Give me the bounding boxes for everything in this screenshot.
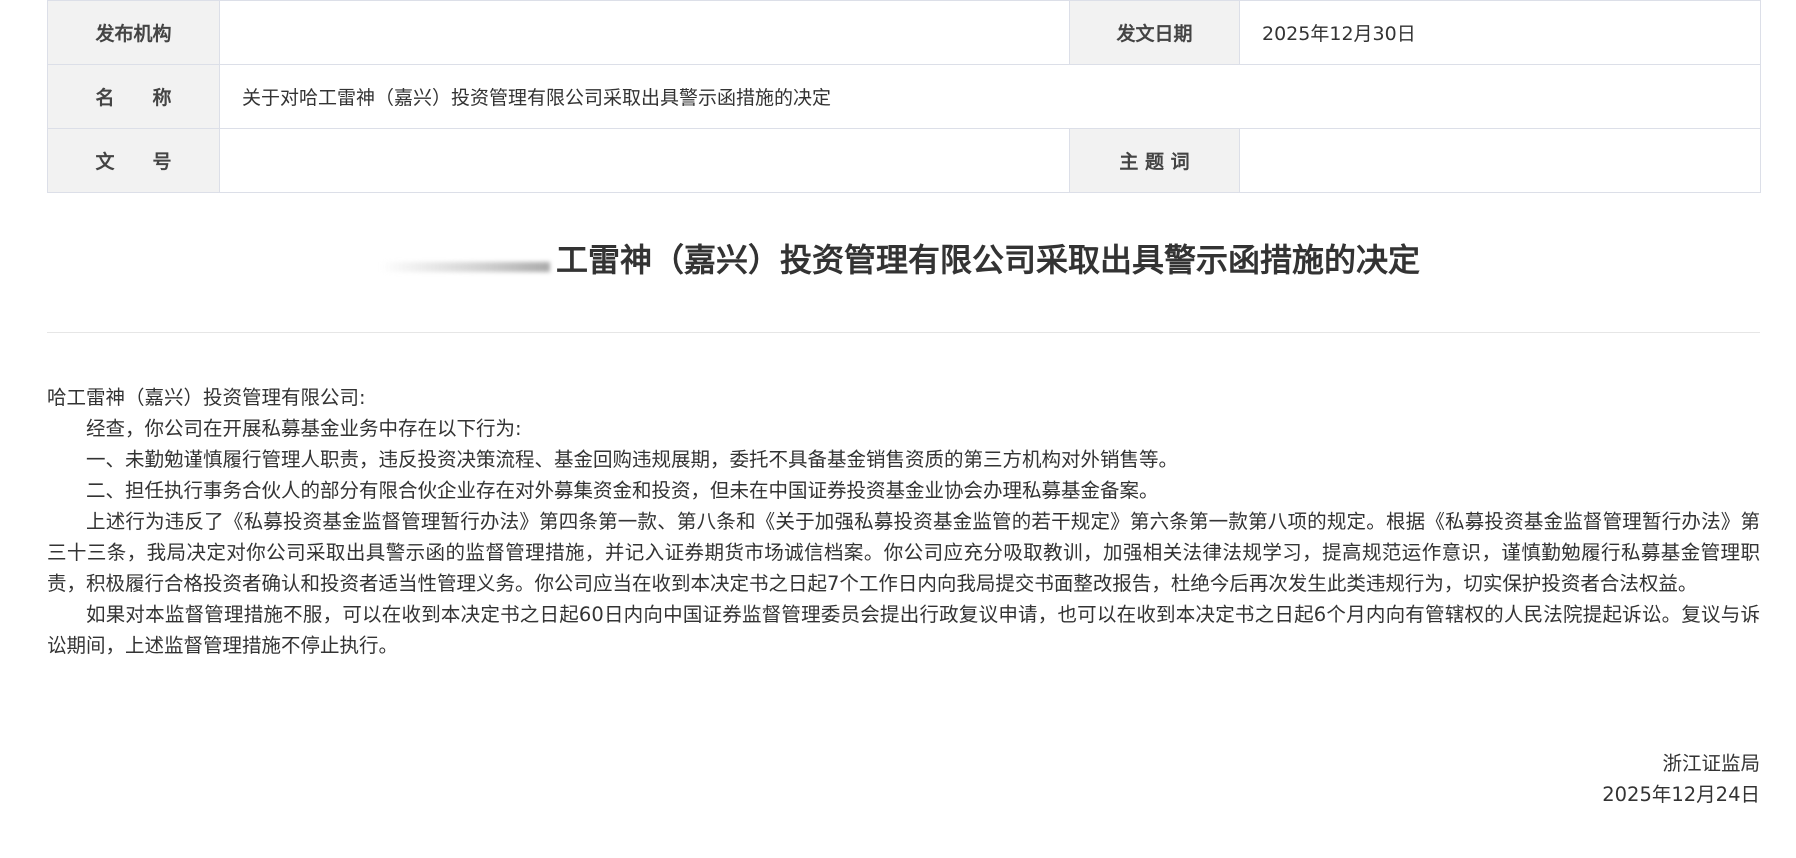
meta-row-issuer: 发布机构 发文日期 2025年12月30日 [47, 0, 1761, 65]
docno-value [219, 128, 1070, 193]
name-label: 名 称 [47, 64, 220, 129]
signature-org: 浙江证监局 [1662, 752, 1760, 775]
title-divider [47, 332, 1760, 333]
issuer-value [219, 0, 1070, 65]
signature-date: 2025年12月24日 [1602, 783, 1760, 806]
meta-row-name: 名 称 关于对哈工雷神（嘉兴）投资管理有限公司采取出具警示函措施的决定 [47, 64, 1761, 129]
document-body: 哈工雷神（嘉兴）投资管理有限公司: 经查，你公司在开展私募基金业务中存在以下行为… [47, 382, 1760, 661]
document-title: 工雷神（嘉兴）投资管理有限公司采取出具警示函措施的决定 [0, 236, 1796, 284]
name-value: 关于对哈工雷神（嘉兴）投资管理有限公司采取出具警示函措施的决定 [219, 64, 1761, 129]
issuer-label: 发布机构 [47, 0, 220, 65]
body-paragraph: 上述行为违反了《私募投资基金监督管理暂行办法》第四条第一款、第八条和《关于加强私… [47, 510, 1760, 595]
title-blur-artifact [380, 262, 550, 272]
meta-row-docno: 文 号 主 题 词 [47, 128, 1761, 193]
body-paragraph: 一、未勤勉谨慎履行管理人职责，违反投资决策流程、基金回购违规展期，委托不具备基金… [86, 448, 1179, 471]
body-paragraph: 经查，你公司在开展私募基金业务中存在以下行为: [86, 417, 522, 440]
addressee: 哈工雷神（嘉兴）投资管理有限公司: [47, 386, 366, 409]
date-label: 发文日期 [1069, 0, 1240, 65]
document-meta-table: 发布机构 发文日期 2025年12月30日 名 称 关于对哈工雷神（嘉兴）投资管… [47, 0, 1761, 193]
signature-block: 浙江证监局 2025年12月24日 [1602, 748, 1760, 810]
subject-label: 主 题 词 [1069, 128, 1240, 193]
document-title-text: 工雷神（嘉兴）投资管理有限公司采取出具警示函措施的决定 [555, 241, 1420, 279]
date-value: 2025年12月30日 [1239, 0, 1761, 65]
subject-value [1239, 128, 1761, 193]
docno-label: 文 号 [47, 128, 220, 193]
body-paragraph: 如果对本监督管理措施不服，可以在收到本决定书之日起60日内向中国证券监督管理委员… [47, 603, 1760, 657]
body-paragraph: 二、担任执行事务合伙人的部分有限合伙企业存在对外募集资金和投资，但未在中国证券投… [86, 479, 1159, 502]
